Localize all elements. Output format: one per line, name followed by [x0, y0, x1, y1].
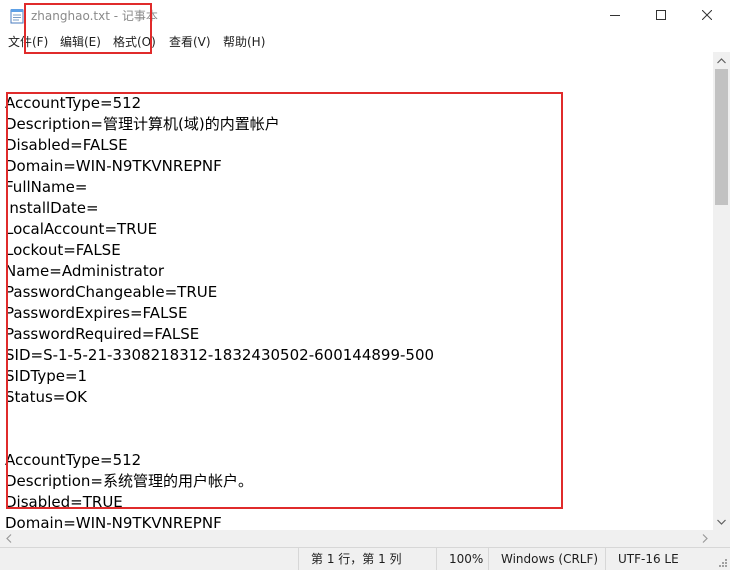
scroll-up-arrow-icon[interactable] — [713, 52, 730, 69]
maximize-button[interactable] — [638, 0, 684, 30]
text-line[interactable]: LocalAccount=TRUE — [5, 219, 157, 239]
window-title: zhanghao.txt - 记事本 — [31, 9, 158, 23]
text-line[interactable]: Description=系统管理的用户帐户。 — [5, 471, 253, 491]
text-line[interactable]: Description=管理计算机(域)的内置帐户 — [5, 114, 280, 134]
text-line[interactable]: FullName= — [5, 177, 87, 197]
menu-edit[interactable]: 编辑(E) — [60, 33, 101, 50]
status-bar: 第 1 行，第 1 列 100% Windows (CRLF) UTF-16 L… — [0, 547, 730, 570]
status-zoom: 100% — [436, 548, 488, 570]
scroll-down-arrow-icon[interactable] — [713, 513, 730, 530]
text-line[interactable]: Status=OK — [5, 387, 87, 407]
text-line[interactable]: PasswordChangeable=TRUE — [5, 282, 217, 302]
text-line[interactable]: AccountType=512 — [5, 93, 141, 113]
notepad-window: zhanghao.txt - 记事本 文件(F) 编辑(E) 格式(O) 查看(… — [0, 0, 730, 570]
maximize-icon — [656, 10, 666, 20]
status-cursor-position: 第 1 行，第 1 列 — [298, 548, 436, 570]
resize-grip-icon[interactable] — [716, 556, 728, 568]
text-line[interactable]: Domain=WIN-N9TKVNREPNF — [5, 513, 222, 530]
menu-bar: 文件(F) 编辑(E) 格式(O) 查看(V) 帮助(H) — [0, 30, 730, 52]
text-line[interactable]: AccountType=512 — [5, 450, 141, 470]
minimize-icon — [610, 15, 620, 16]
text-line[interactable]: Domain=WIN-N9TKVNREPNF — [5, 156, 222, 176]
text-line[interactable]: SID=S-1-5-21-3308218312-1832430502-60014… — [5, 345, 434, 365]
status-line-ending: Windows (CRLF) — [488, 548, 605, 570]
text-line[interactable]: Name=Administrator — [5, 261, 164, 281]
minimize-button[interactable] — [592, 0, 638, 30]
status-encoding: UTF-16 LE — [605, 548, 713, 570]
close-icon — [702, 10, 712, 20]
text-editor[interactable]: AccountType=512 Description=管理计算机(域)的内置帐户… — [0, 52, 713, 530]
scroll-right-arrow-icon[interactable] — [696, 530, 713, 547]
menu-help[interactable]: 帮助(H) — [223, 33, 265, 50]
close-button[interactable] — [684, 0, 730, 30]
horizontal-scrollbar[interactable] — [0, 530, 713, 547]
text-line[interactable]: InstallDate= — [5, 198, 99, 218]
text-line[interactable]: Lockout=FALSE — [5, 240, 121, 260]
menu-file[interactable]: 文件(F) — [8, 33, 48, 50]
text-line[interactable]: SIDType=1 — [5, 366, 87, 386]
text-line[interactable]: PasswordExpires=FALSE — [5, 303, 187, 323]
text-line[interactable]: Disabled=FALSE — [5, 135, 128, 155]
title-bar[interactable]: zhanghao.txt - 记事本 — [0, 0, 730, 30]
scroll-left-arrow-icon[interactable] — [0, 530, 17, 547]
notepad-icon — [10, 9, 24, 24]
text-line[interactable]: Disabled=TRUE — [5, 492, 123, 512]
vertical-scroll-thumb[interactable] — [715, 69, 728, 205]
vertical-scrollbar[interactable] — [713, 52, 730, 530]
menu-view[interactable]: 查看(V) — [169, 33, 211, 50]
text-line[interactable]: PasswordRequired=FALSE — [5, 324, 199, 344]
menu-format[interactable]: 格式(O) — [113, 33, 156, 50]
scroll-corner — [713, 530, 730, 547]
